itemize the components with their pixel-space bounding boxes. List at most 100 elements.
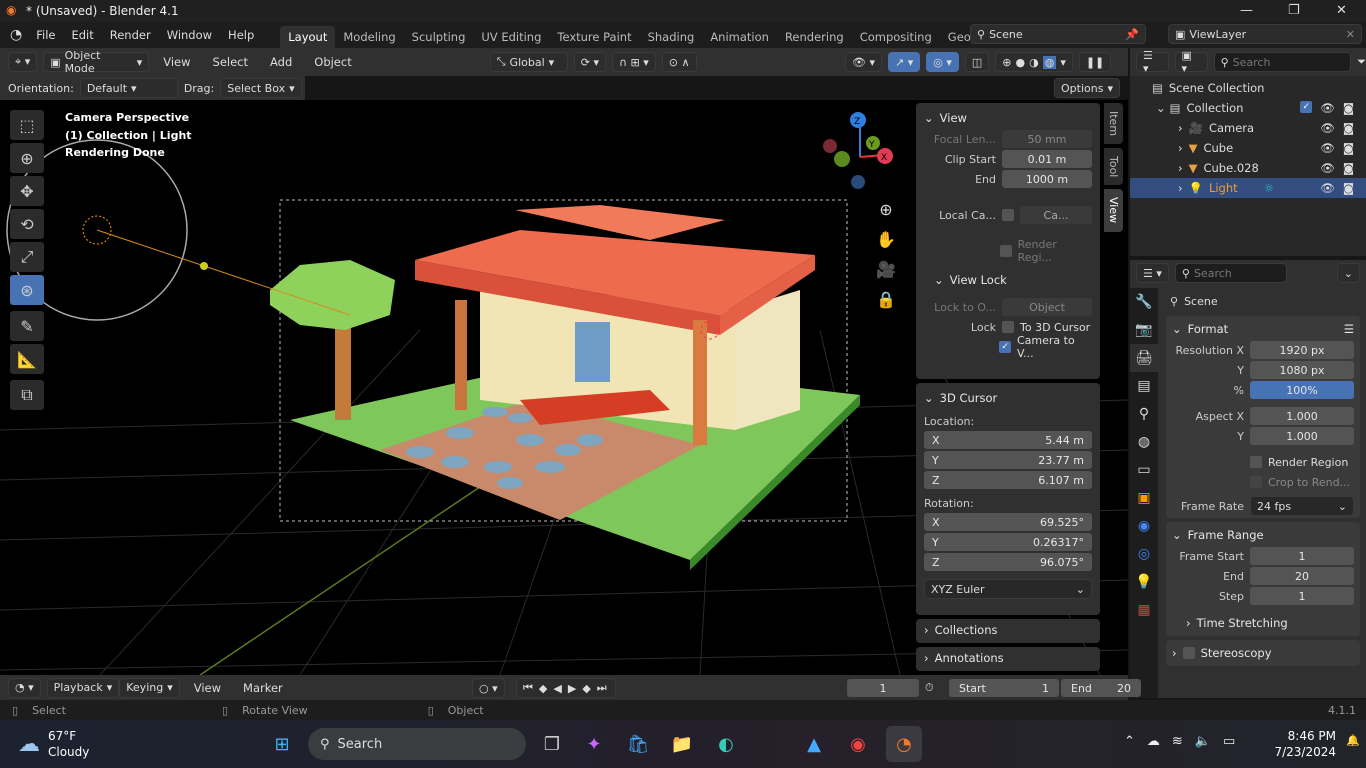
solid-shading-icon[interactable]: ● [1015, 56, 1025, 69]
file-explorer-icon[interactable]: 📁 [668, 730, 696, 758]
jump-end-icon[interactable]: ⏭ [597, 681, 609, 695]
visibility-dropdown[interactable]: 👁 ▾ [845, 52, 882, 72]
move-tool[interactable]: ✥ [10, 176, 44, 206]
proportional-edit-toggle[interactable]: ⊙ ∧ [661, 52, 697, 72]
stereoscopy-header[interactable]: › Stereoscopy [1172, 642, 1354, 664]
tab-item[interactable]: Item [1104, 103, 1123, 145]
annotations-panel[interactable]: › Annotations [916, 647, 1100, 671]
stopwatch-icon[interactable]: ⏱ [925, 681, 947, 695]
network-status-icon[interactable]: ☁ [1147, 734, 1160, 749]
store-icon[interactable]: 🛍 [624, 730, 652, 758]
scene-tab-icon[interactable]: ⚲ [1130, 400, 1158, 428]
view-panel-header[interactable]: ⌄ View [924, 107, 1092, 129]
close-button[interactable]: ✕ [1336, 3, 1347, 18]
blender-menu-icon[interactable]: ◔ [0, 27, 28, 43]
volume-icon[interactable]: 🔈 [1195, 734, 1211, 749]
material-shading-icon[interactable]: ◑ [1029, 56, 1039, 69]
clock[interactable]: 8:46 PM 7/23/2024 [1262, 728, 1336, 760]
playback-menu[interactable]: Playback ▾ [46, 677, 120, 698]
eye-icon[interactable]: 👁 [1320, 181, 1335, 195]
outliner-item-cube[interactable]: › ▼ Cube 👁 ◙ [1130, 138, 1366, 158]
chevron-up-icon[interactable]: ⌃ [1124, 734, 1135, 749]
edge-icon[interactable]: ◐ [712, 730, 740, 758]
render-tab-icon[interactable]: 📷 [1130, 316, 1158, 344]
tab-compositing[interactable]: Compositing [852, 26, 940, 48]
options-dropdown[interactable]: Options ▾ [1054, 78, 1120, 98]
weather-widget[interactable]: ☁ 67°F Cloudy [18, 728, 89, 760]
collection-tab-icon[interactable]: ▭ [1130, 456, 1158, 484]
pause-render-button[interactable]: ❚❚ [1078, 52, 1112, 72]
lock-icon[interactable]: 🔒 [875, 285, 897, 315]
next-keyframe-icon[interactable]: ◆ [582, 682, 592, 695]
play-icon[interactable]: ▶ [568, 682, 578, 695]
aspect-y-field[interactable]: 1.000 [1250, 427, 1354, 445]
menu-add[interactable]: Add [262, 55, 300, 69]
clip-start-field[interactable]: 0.01 m [1002, 150, 1092, 168]
camera-view-icon[interactable]: 🎥 [875, 255, 897, 285]
view-layer-tab-icon[interactable]: ▤ [1130, 372, 1158, 400]
drag-dropdown[interactable]: Select Box ▾ [220, 78, 302, 98]
eye-icon[interactable]: 👁 [1320, 161, 1335, 175]
eye-icon[interactable]: 👁 [1320, 101, 1335, 115]
auto-keying-toggle[interactable]: ○ ▾ [472, 678, 505, 698]
local-camera-field[interactable]: Ca... [1020, 206, 1092, 224]
lock-to-object-field[interactable]: Object [1002, 298, 1092, 316]
editor-type-button[interactable]: ☰ ▾ [1136, 263, 1169, 283]
copilot-icon[interactable]: ✦ [580, 730, 608, 758]
notification-bell-icon[interactable]: 🔔 [1346, 734, 1360, 747]
wireframe-shading-icon[interactable]: ⊕ [1002, 56, 1011, 69]
editor-type-button[interactable]: ⌖ ▾ [8, 52, 38, 72]
outliner-item-cube-028[interactable]: › ▼ Cube.028 👁 ◙ [1130, 158, 1366, 178]
gizmo-toggle[interactable]: ↗ ▾ [887, 52, 921, 72]
render-region-checkbox[interactable] [1250, 456, 1262, 468]
outliner-search-input[interactable]: ⚲ Search [1213, 52, 1352, 72]
minimize-button[interactable]: — [1240, 3, 1253, 18]
tab-uv-editing[interactable]: UV Editing [473, 26, 549, 48]
resolution-x-field[interactable]: 1920 px [1250, 341, 1354, 359]
time-stretching-header[interactable]: › Time Stretching [1172, 612, 1354, 634]
start-frame-field[interactable]: Start 1 [949, 679, 1059, 697]
shading-modes[interactable]: ⊕ ● ◑ ◍ ▾ [995, 52, 1073, 72]
location-x-field[interactable]: X 5.44 m [924, 431, 1092, 449]
zoom-icon[interactable]: ⊕ [875, 195, 897, 225]
object-data-tab-icon[interactable]: 💡 [1130, 568, 1158, 596]
battery-icon[interactable]: ▭ [1223, 734, 1235, 749]
camera-restrict-icon[interactable]: ◙ [1343, 121, 1354, 135]
camera-restrict-icon[interactable]: ◙ [1343, 161, 1354, 175]
tab-texture-paint[interactable]: Texture Paint [549, 26, 639, 48]
crop-checkbox[interactable] [1250, 476, 1262, 488]
menu-view[interactable]: View [155, 55, 198, 69]
rendered-shading-icon[interactable]: ◍ [1042, 55, 1057, 69]
frame-start-field[interactable]: 1 [1250, 547, 1354, 565]
properties-search-input[interactable]: ⚲ Search [1174, 263, 1287, 283]
menu-window[interactable]: Window [159, 28, 220, 42]
menu-marker[interactable]: Marker [235, 681, 291, 695]
maximize-button[interactable]: ❐ [1288, 3, 1300, 18]
outliner-scene-collection[interactable]: ▤ Scene Collection [1130, 78, 1366, 98]
rotation-x-field[interactable]: X 69.525° [924, 513, 1092, 531]
collections-panel[interactable]: › Collections [916, 619, 1100, 643]
expand-chevron-icon[interactable]: ⌄ [1156, 101, 1166, 115]
stereoscopy-checkbox[interactable] [1182, 647, 1195, 659]
output-tab-icon[interactable]: 🖨 [1130, 344, 1158, 372]
tab-shading[interactable]: Shading [640, 26, 703, 48]
filter-icon[interactable]: ⏷ [1357, 55, 1366, 69]
menu-edit[interactable]: Edit [63, 28, 101, 42]
menu-file[interactable]: File [28, 28, 63, 42]
pin-icon[interactable]: 📌 [1125, 28, 1139, 41]
chrome-icon[interactable]: ◉ [844, 730, 872, 758]
tab-sculpting[interactable]: Sculpting [404, 26, 474, 48]
tool-tab-icon[interactable]: 🔧 [1130, 288, 1158, 316]
tab-rendering[interactable]: Rendering [777, 26, 852, 48]
clip-end-field[interactable]: 1000 m [1002, 170, 1092, 188]
scene-selector[interactable]: ⚲ Scene 📌 [970, 24, 1146, 44]
tab-modeling[interactable]: Modeling [335, 26, 403, 48]
editor-type-button[interactable]: ◔ ▾ [8, 677, 41, 698]
rotation-mode-dropdown[interactable]: XYZ Euler ⌄ [924, 579, 1092, 599]
tab-view[interactable]: View [1104, 189, 1123, 232]
aspect-x-field[interactable]: 1.000 [1250, 407, 1354, 425]
task-view-icon[interactable]: ❐ [538, 730, 566, 758]
mode-dropdown[interactable]: ▣ Object Mode ▾ [43, 49, 150, 75]
start-button[interactable]: ⊞ [268, 730, 296, 758]
texture-tab-icon[interactable]: ▦ [1130, 596, 1158, 624]
